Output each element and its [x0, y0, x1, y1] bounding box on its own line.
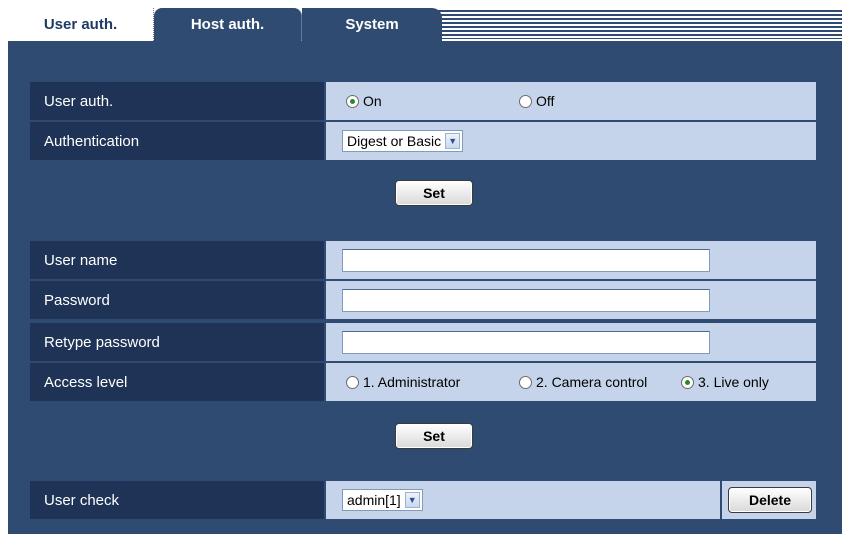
user-name-label: User name — [30, 241, 324, 279]
access-level-camera-control-radio[interactable]: 2. Camera control — [519, 374, 647, 390]
user-check-select-value: admin[1] — [347, 492, 401, 508]
tab-host-auth[interactable]: Host auth. — [154, 8, 302, 41]
retype-password-row: Retype password — [30, 323, 816, 361]
tab-bar-decoration — [438, 8, 842, 39]
set-button-user[interactable]: Set — [395, 423, 473, 449]
tab-system[interactable]: System — [302, 8, 442, 41]
radio-checked-icon — [346, 94, 359, 108]
radio-checked-icon — [681, 375, 694, 389]
access-level-row: Access level 1. Administrator 2. Camera … — [30, 363, 816, 401]
retype-password-input[interactable] — [342, 330, 710, 354]
access-level-administrator-radio[interactable]: 1. Administrator — [346, 374, 460, 390]
user-name-field — [326, 241, 816, 279]
user-auth-row: User auth. On Off — [30, 82, 816, 120]
user-check-label: User check — [30, 481, 324, 519]
divider — [720, 481, 722, 519]
user-check-row: User check admin[1] ▼ Delete — [30, 481, 816, 519]
password-field — [326, 281, 816, 319]
tab-user-auth[interactable]: User auth. — [8, 8, 154, 41]
settings-panel: User auth. On Off Authentication Digest … — [8, 41, 842, 534]
user-auth-on-radio[interactable]: On — [346, 93, 382, 109]
authentication-row: Authentication Digest or Basic ▼ — [30, 122, 816, 160]
access-level-administrator-label: 1. Administrator — [363, 374, 461, 390]
user-check-field: admin[1] ▼ Delete — [326, 481, 816, 519]
user-name-input[interactable] — [342, 248, 710, 272]
password-label: Password — [30, 281, 324, 319]
authentication-field: Digest or Basic ▼ — [326, 122, 816, 160]
retype-password-field — [326, 323, 816, 361]
retype-password-label: Retype password — [30, 323, 324, 361]
access-level-field: 1. Administrator 2. Camera control 3. Li… — [326, 363, 816, 401]
access-level-label: Access level — [30, 363, 324, 401]
radio-unchecked-icon — [519, 375, 532, 389]
user-auth-on-label: On — [363, 93, 382, 109]
delete-button[interactable]: Delete — [728, 487, 812, 513]
radio-unchecked-icon — [519, 94, 532, 108]
user-auth-off-radio[interactable]: Off — [519, 93, 554, 109]
tab-bar: User auth. Host auth. System — [8, 0, 842, 41]
authentication-select-value: Digest or Basic — [347, 133, 442, 149]
password-input[interactable] — [342, 288, 710, 312]
access-level-camera-control-label: 2. Camera control — [536, 374, 648, 390]
authentication-select[interactable]: Digest or Basic ▼ — [342, 130, 464, 152]
user-auth-off-label: Off — [536, 93, 555, 109]
user-auth-label: User auth. — [30, 82, 324, 120]
authentication-label: Authentication — [30, 122, 324, 160]
chevron-down-icon[interactable]: ▼ — [404, 492, 420, 508]
user-name-row: User name — [30, 241, 816, 279]
chevron-down-icon[interactable]: ▼ — [445, 133, 461, 149]
radio-unchecked-icon — [346, 375, 359, 389]
user-check-select[interactable]: admin[1] ▼ — [342, 489, 423, 511]
access-level-live-only-label: 3. Live only — [698, 374, 769, 390]
password-row: Password — [30, 281, 816, 319]
set-button-auth[interactable]: Set — [395, 180, 473, 206]
user-auth-field: On Off — [326, 82, 816, 120]
access-level-live-only-radio[interactable]: 3. Live only — [681, 374, 769, 390]
